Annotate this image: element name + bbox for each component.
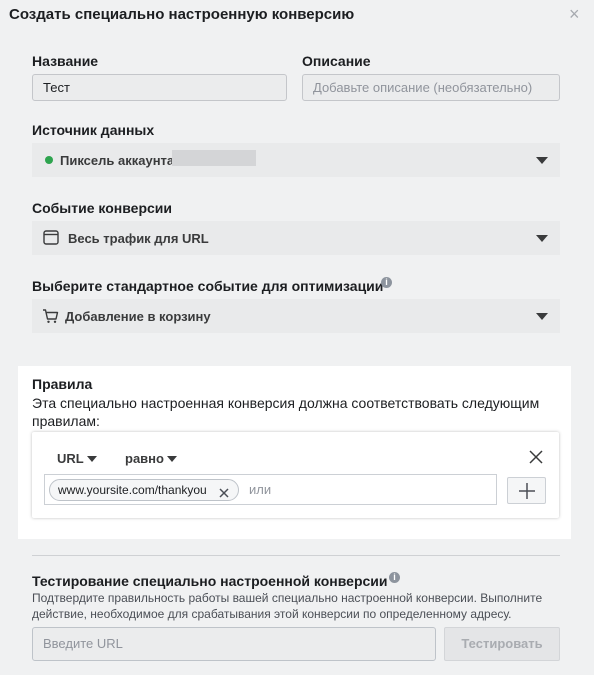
info-icon[interactable]: i [389,572,400,583]
divider [32,555,560,556]
rule-value-tag: www.yoursite.com/thankyou [49,479,239,501]
browser-window-icon [43,230,59,248]
or-placeholder: или [249,482,272,497]
rule-field-label: URL [57,451,84,466]
chevron-down-icon [536,157,548,164]
data-source-value: Пиксель аккаунта [60,153,175,168]
status-dot-icon [45,156,53,164]
data-source-label: Источник данных [32,122,155,138]
chevron-down-icon[interactable] [87,456,97,462]
name-label: Название [32,53,99,69]
add-rule-button[interactable] [507,477,546,504]
rule-operator-label: равно [125,451,164,466]
dialog-title: Создать специально настроенную конверсию [9,6,355,23]
redacted-block [172,150,256,166]
plus-icon [519,483,535,504]
chevron-down-icon[interactable] [167,456,177,462]
remove-x-icon[interactable] [219,485,229,503]
data-source-select[interactable]: Пиксель аккаунта [32,143,560,177]
chevron-down-icon [536,313,548,320]
description-field[interactable]: Добавьте описание (необязательно) [302,74,560,101]
test-button[interactable]: Тестировать [444,627,560,661]
rule-operator-dropdown[interactable]: равно [125,451,164,466]
rule-tag-label: www.yoursite.com/thankyou [58,483,207,497]
close-icon[interactable]: × [569,4,580,24]
test-url-input[interactable]: Введите URL [32,627,436,661]
conversion-event-value: Весь трафик для URL [68,231,209,246]
optimization-label: Выберите стандартное событие для оптимиз… [32,278,384,294]
name-field[interactable]: Тест [32,74,287,101]
shopping-cart-icon [42,308,59,327]
chevron-down-icon [536,235,548,242]
conversion-event-label: Событие конверсии [32,200,172,216]
rules-description: Эта специально настроенная конверсия дол… [32,395,540,429]
rule-field-dropdown[interactable]: URL [57,451,84,466]
optimization-select[interactable]: Добавление в корзину [32,299,560,333]
test-description: Подтвердите правильность работы вашей сп… [32,591,543,621]
conversion-event-select[interactable]: Весь трафик для URL [32,221,560,255]
optimization-value: Добавление в корзину [65,309,211,324]
rules-heading: Правила [32,376,93,392]
test-heading: Тестирование специально настроенной конв… [32,573,388,589]
description-label: Описание [302,53,371,69]
remove-rule-icon[interactable] [529,450,543,469]
info-icon[interactable]: i [381,277,392,288]
